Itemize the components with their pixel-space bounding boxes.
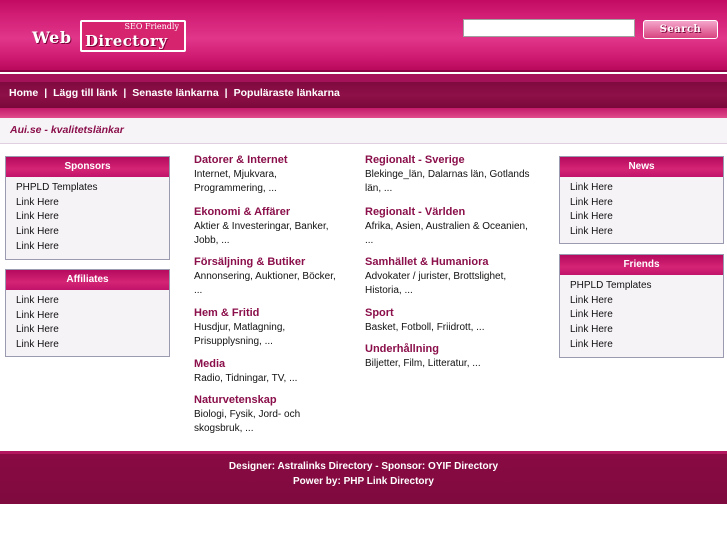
sponsor-link[interactable]: Link Here — [16, 210, 159, 225]
category-subcategories[interactable]: Basket, Fotboll, Friidrott, ... — [365, 321, 535, 335]
category-home: Hem & Fritid Husdjur, Matlagning, Prisup… — [194, 306, 344, 349]
affiliate-link[interactable]: Link Here — [16, 338, 159, 353]
affiliate-link[interactable]: Link Here — [16, 323, 159, 338]
nav-home[interactable]: Home — [9, 87, 38, 99]
friend-link[interactable]: Link Here — [570, 323, 713, 338]
footer-powered-by[interactable]: Power by: PHP Link Directory — [0, 476, 727, 487]
sponsor-link[interactable]: Link Here — [16, 240, 159, 255]
affiliates-title: Affiliates — [6, 270, 169, 290]
category-subcategories[interactable]: Aktier & Investeringar, Banker, Jobb, ..… — [194, 220, 344, 248]
category-shopping: Försäljning & Butiker Annonsering, Aukti… — [194, 255, 344, 298]
footer: Designer: Astralinks Directory - Sponsor… — [0, 451, 727, 504]
category-title[interactable]: Naturvetenskap — [194, 393, 344, 407]
sponsors-list: PHPLD Templates Link Here Link Here Link… — [6, 177, 169, 258]
category-subcategories[interactable]: Afrika, Asien, Australien & Oceanien, ..… — [365, 220, 535, 248]
nav-add-link[interactable]: Lägg till länk — [53, 87, 117, 99]
logo-web-text: Web — [32, 28, 72, 47]
nav-latest-links[interactable]: Senaste länkarna — [132, 87, 218, 99]
category-subcategories[interactable]: Biljetter, Film, Litteratur, ... — [365, 357, 535, 371]
news-link[interactable]: Link Here — [570, 181, 713, 196]
main-nav: Home | Lägg till länk | Senaste länkarna | Pop… — [9, 87, 340, 99]
news-link[interactable]: Link Here — [570, 196, 713, 211]
logo-directory-text: Directory — [85, 32, 168, 50]
sponsors-box: Sponsors PHPLD Templates Link Here Link … — [5, 156, 170, 260]
friend-link[interactable]: PHPLD Templates — [570, 279, 713, 294]
affiliate-link[interactable]: Link Here — [16, 309, 159, 324]
logo-tagline: SEO Friendly — [124, 22, 179, 31]
category-title[interactable]: Sport — [365, 306, 535, 320]
news-box: News Link Here Link Here Link Here Link … — [559, 156, 724, 244]
affiliates-list: Link Here Link Here Link Here Link Here — [6, 290, 169, 357]
category-society: Samhället & Humaniora Advokater / jurist… — [365, 255, 535, 298]
nav-strip-top — [0, 74, 727, 82]
logo-box: SEO Friendly Directory — [80, 20, 186, 52]
sponsor-link[interactable]: Link Here — [16, 225, 159, 240]
category-science: Naturvetenskap Biologi, Fysik, Jord- och… — [194, 393, 344, 436]
friend-link[interactable]: Link Here — [570, 294, 713, 309]
category-subcategories[interactable]: Biologi, Fysik, Jord- och skogsbruk, ... — [194, 408, 344, 436]
friends-list: PHPLD Templates Link Here Link Here Link… — [560, 275, 723, 356]
category-title[interactable]: Ekonomi & Affärer — [194, 205, 344, 219]
category-subcategories[interactable]: Advokater / jurister, Brottslighet, Hist… — [365, 270, 535, 298]
footer-credits[interactable]: Designer: Astralinks Directory - Sponsor… — [0, 461, 727, 472]
nav-popular-links[interactable]: Populäraste länkarna — [234, 87, 340, 99]
news-link[interactable]: Link Here — [570, 210, 713, 225]
category-title[interactable]: Regionalt - Världen — [365, 205, 535, 219]
category-title[interactable]: Media — [194, 357, 344, 371]
friends-box: Friends PHPLD Templates Link Here Link H… — [559, 254, 724, 358]
nav-strip-bottom — [0, 108, 727, 118]
nav-separator: | — [224, 87, 228, 99]
news-link[interactable]: Link Here — [570, 225, 713, 240]
category-subcategories[interactable]: Blekinge_län, Dalarnas län, Gotlands län… — [365, 168, 535, 196]
nav-separator: | — [123, 87, 127, 99]
category-subcategories[interactable]: Annonsering, Auktioner, Böcker, ... — [194, 270, 344, 298]
category-title[interactable]: Regionalt - Sverige — [365, 153, 535, 167]
category-subcategories[interactable]: Internet, Mjukvara, Programmering, ... — [194, 168, 344, 196]
nav-separator: | — [44, 87, 48, 99]
category-media: Media Radio, Tidningar, TV, ... — [194, 357, 344, 386]
category-region-sweden: Regionalt - Sverige Blekinge_län, Dalarn… — [365, 153, 535, 196]
category-computers: Datorer & Internet Internet, Mjukvara, P… — [194, 153, 344, 196]
sponsors-title: Sponsors — [6, 157, 169, 177]
friend-link[interactable]: Link Here — [570, 338, 713, 353]
affiliates-box: Affiliates Link Here Link Here Link Here… — [5, 269, 170, 357]
news-list: Link Here Link Here Link Here Link Here — [560, 177, 723, 244]
news-title: News — [560, 157, 723, 177]
sponsor-link[interactable]: PHPLD Templates — [16, 181, 159, 196]
category-title[interactable]: Försäljning & Butiker — [194, 255, 344, 269]
category-economy: Ekonomi & Affärer Aktier & Investeringar… — [194, 205, 344, 248]
category-subcategories[interactable]: Radio, Tidningar, TV, ... — [194, 372, 344, 386]
category-region-world: Regionalt - Världen Afrika, Asien, Austr… — [365, 205, 535, 248]
search-button[interactable]: Search — [643, 20, 718, 39]
sponsor-link[interactable]: Link Here — [16, 196, 159, 211]
breadcrumb[interactable]: Aui.se - kvalitetslänkar — [10, 124, 124, 136]
category-title[interactable]: Hem & Fritid — [194, 306, 344, 320]
friends-title: Friends — [560, 255, 723, 275]
category-subcategories[interactable]: Husdjur, Matlagning, Prisupplysning, ... — [194, 321, 344, 349]
category-title[interactable]: Samhället & Humaniora — [365, 255, 535, 269]
search-input[interactable] — [463, 19, 635, 37]
affiliate-link[interactable]: Link Here — [16, 294, 159, 309]
category-entertainment: Underhållning Biljetter, Film, Litteratu… — [365, 342, 535, 371]
category-title[interactable]: Datorer & Internet — [194, 153, 344, 167]
category-title[interactable]: Underhållning — [365, 342, 535, 356]
category-sport: Sport Basket, Fotboll, Friidrott, ... — [365, 306, 535, 335]
friend-link[interactable]: Link Here — [570, 308, 713, 323]
